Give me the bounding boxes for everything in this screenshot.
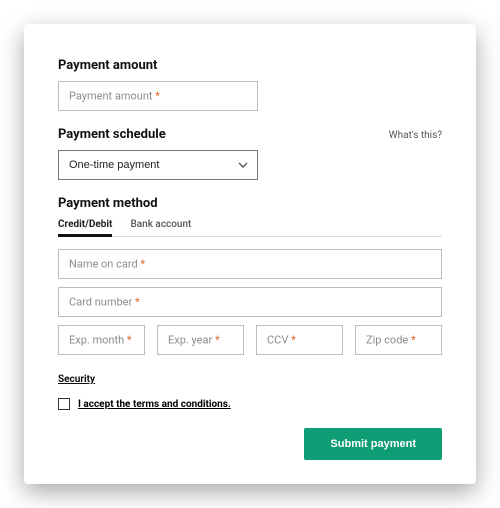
payment-schedule-select-wrap: One-time payment xyxy=(58,150,258,180)
payment-method-title: Payment method xyxy=(58,196,442,211)
card-number-input[interactable] xyxy=(58,287,442,317)
exp-year-wrap: Exp. year * xyxy=(157,325,244,355)
terms-checkbox[interactable] xyxy=(58,398,70,410)
ccv-wrap: CCV * xyxy=(256,325,343,355)
name-on-card-input[interactable] xyxy=(58,249,442,279)
card-details-row: Exp. month * Exp. year * CCV * Zip code … xyxy=(58,325,442,355)
tab-bank-account[interactable]: Bank account xyxy=(130,219,191,236)
tab-credit-debit[interactable]: Credit/Debit xyxy=(58,219,112,236)
payment-amount-input[interactable] xyxy=(58,81,258,111)
terms-label[interactable]: I accept the terms and conditions. xyxy=(78,399,231,410)
name-on-card-wrap: Name on card * xyxy=(58,249,442,279)
zip-code-input[interactable] xyxy=(355,325,442,355)
submit-payment-button[interactable]: Submit payment xyxy=(304,428,442,460)
card-number-wrap: Card number * xyxy=(58,287,442,317)
payment-schedule-title: Payment schedule xyxy=(58,127,166,142)
payment-amount-title: Payment amount xyxy=(58,58,442,73)
whats-this-link[interactable]: What's this? xyxy=(389,130,442,141)
security-link[interactable]: Security xyxy=(58,374,95,385)
payment-method-tabs: Credit/Debit Bank account xyxy=(58,219,442,237)
payment-card: Payment amount Payment amount * Payment … xyxy=(24,24,476,484)
payment-amount-field-wrap: Payment amount * xyxy=(58,81,258,111)
actions-row: Submit payment xyxy=(58,428,442,460)
zip-wrap: Zip code * xyxy=(355,325,442,355)
exp-month-input[interactable] xyxy=(58,325,145,355)
ccv-input[interactable] xyxy=(256,325,343,355)
payment-schedule-select[interactable]: One-time payment xyxy=(58,150,258,180)
exp-month-wrap: Exp. month * xyxy=(58,325,145,355)
exp-year-input[interactable] xyxy=(157,325,244,355)
terms-row: I accept the terms and conditions. xyxy=(58,398,442,410)
